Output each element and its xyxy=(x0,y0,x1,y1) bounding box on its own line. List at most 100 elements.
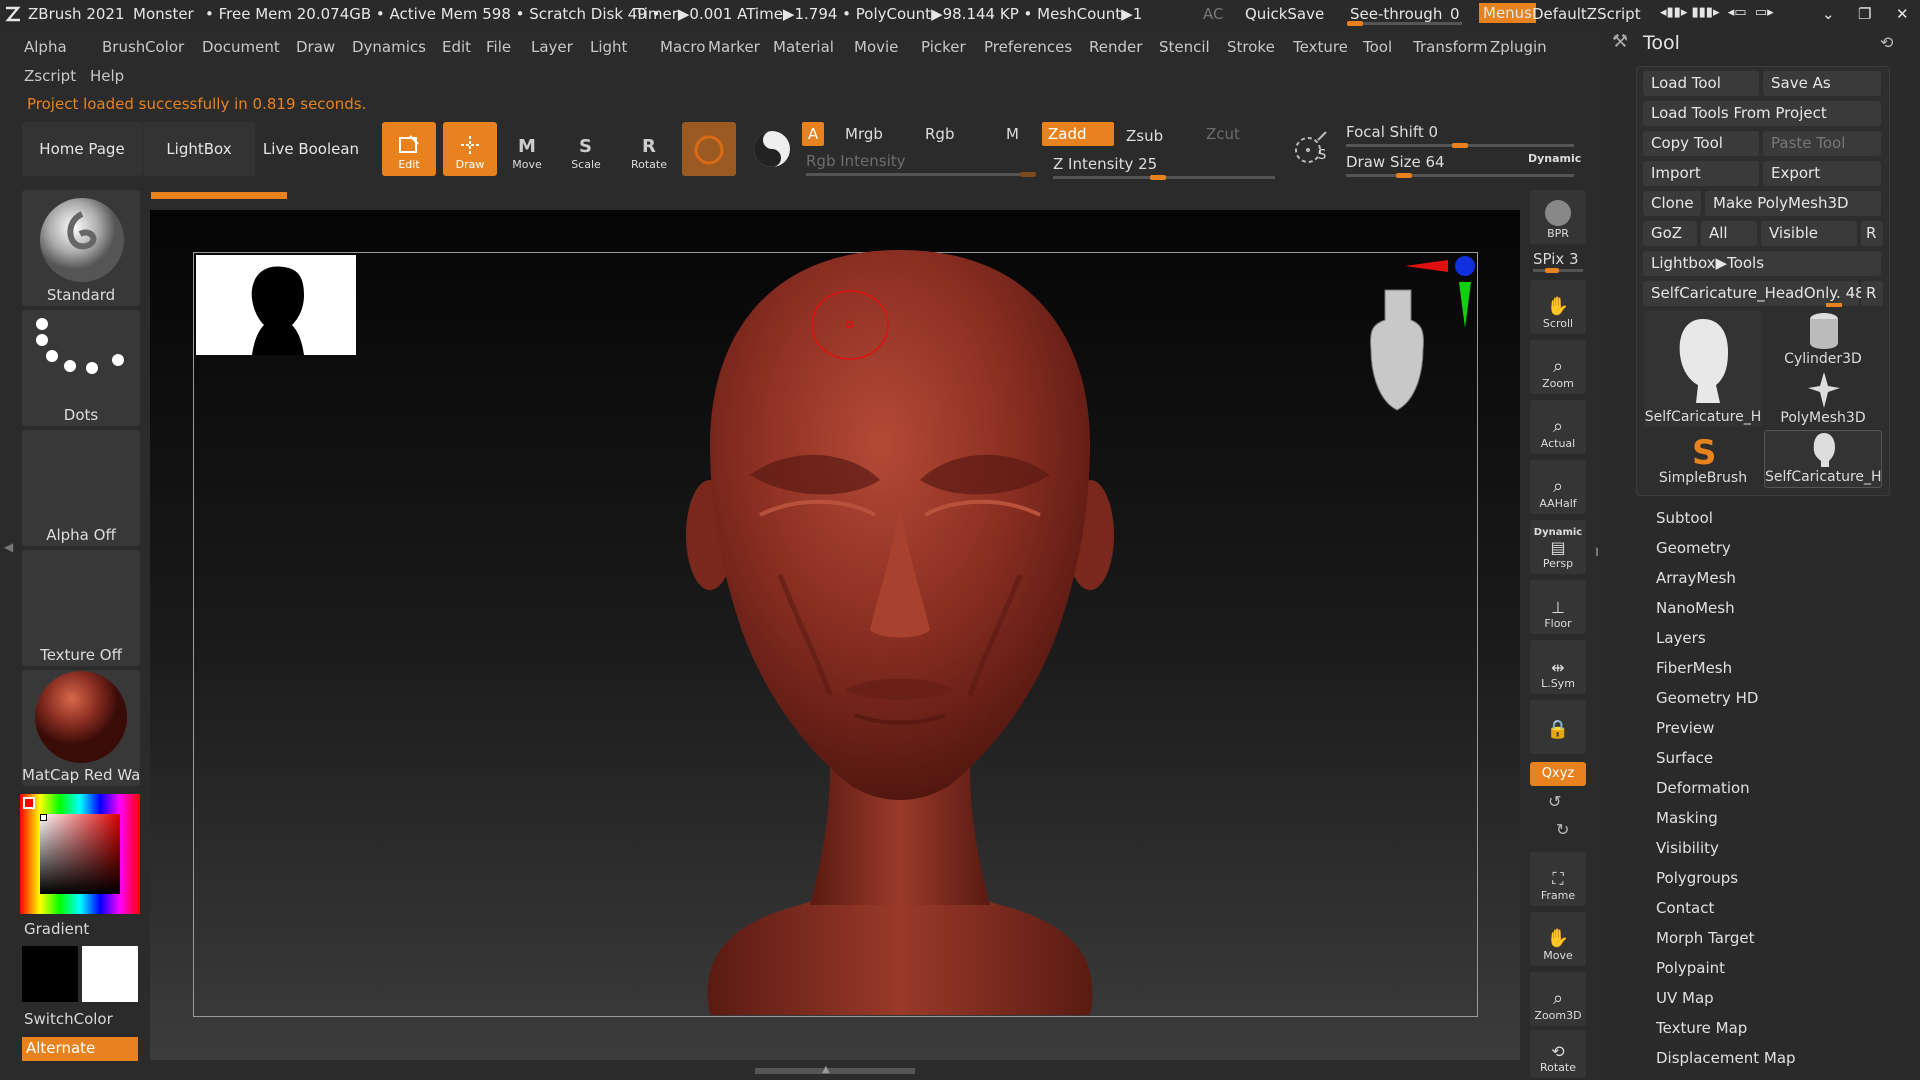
alpha-selector[interactable]: Alpha Off xyxy=(22,430,140,546)
menu-draw[interactable]: Draw xyxy=(296,38,335,56)
spix-label[interactable]: SPix 3 xyxy=(1533,250,1579,268)
menu-light[interactable]: Light xyxy=(590,38,627,56)
menu-render[interactable]: Render xyxy=(1089,38,1142,56)
frame-button[interactable]: ⛶ Frame xyxy=(1530,852,1586,906)
y-rotation-icon[interactable]: ↺ xyxy=(1548,792,1561,811)
close-icon[interactable]: ✕ xyxy=(1896,5,1909,23)
home-page-button[interactable]: Home Page xyxy=(22,122,142,176)
layout-icons[interactable]: ◂▮▮▸ ▮▮▮▸ ◂▭ ▭▸ xyxy=(1660,5,1774,20)
goz-all-button[interactable]: All xyxy=(1701,221,1757,246)
alternate-button[interactable]: Alternate xyxy=(22,1037,138,1061)
goz-r-button[interactable]: R xyxy=(1861,221,1883,246)
subpalette-arraymesh[interactable]: ArrayMesh xyxy=(1656,569,1736,587)
menu-preferences[interactable]: Preferences xyxy=(984,38,1072,56)
tool-thumb-selfcaricature[interactable]: SelfCaricature_H xyxy=(1644,311,1762,427)
zcut-toggle[interactable]: Zcut xyxy=(1200,122,1246,146)
rgb-toggle[interactable]: Rgb xyxy=(919,122,960,146)
stroke-selector[interactable]: Dots xyxy=(22,310,140,426)
menu-tool[interactable]: Tool xyxy=(1363,38,1392,56)
z-rotation-icon[interactable]: ↻ xyxy=(1556,820,1569,839)
secondary-color-swatch[interactable] xyxy=(82,946,138,1002)
subpalette-visibility[interactable]: Visibility xyxy=(1656,839,1719,857)
rgb-intensity-slider[interactable] xyxy=(806,173,1036,176)
default-zscript[interactable]: DefaultZScript xyxy=(1532,5,1641,23)
zoom3d-button[interactable]: ⌕ Zoom3D xyxy=(1530,972,1586,1026)
tool-thumb-polymesh[interactable]: PolyMesh3D xyxy=(1764,370,1882,428)
material-selector[interactable]: MatCap Red Wax xyxy=(22,670,140,786)
menu-transform[interactable]: Transform xyxy=(1413,38,1488,56)
draw-size-slider[interactable] xyxy=(1346,174,1574,177)
see-through-label[interactable]: See-through xyxy=(1350,5,1442,23)
subpalette-morph-target[interactable]: Morph Target xyxy=(1656,929,1755,947)
menu-material[interactable]: Material xyxy=(773,38,834,56)
menu-edit[interactable]: Edit xyxy=(442,38,471,56)
mrgb-toggle[interactable]: Mrgb xyxy=(839,122,889,146)
subpalette-subtool[interactable]: Subtool xyxy=(1656,509,1713,527)
menu-stencil[interactable]: Stencil xyxy=(1159,38,1210,56)
hue-marker[interactable] xyxy=(23,797,35,809)
goz-button[interactable]: GoZ xyxy=(1643,221,1697,246)
aahalf-button[interactable]: ⌕ AAHalf xyxy=(1530,460,1586,514)
edit-button[interactable]: Edit xyxy=(382,122,436,176)
scroll-button[interactable]: ✋ Scroll xyxy=(1530,280,1586,334)
quicksave-button[interactable]: QuickSave xyxy=(1245,5,1324,23)
rotate-view-button[interactable]: ⟲ Rotate xyxy=(1530,1030,1586,1078)
gradient-label[interactable]: Gradient xyxy=(24,920,89,938)
brush-selector[interactable]: Standard xyxy=(22,190,140,306)
subpalette-uv-map[interactable]: UV Map xyxy=(1656,989,1714,1007)
menu-brush[interactable]: Brush xyxy=(102,38,145,56)
see-through-knob[interactable] xyxy=(1347,21,1363,26)
subpalette-layers[interactable]: Layers xyxy=(1656,629,1706,647)
lightbox-button[interactable]: LightBox xyxy=(143,122,255,176)
subpalette-deformation[interactable]: Deformation xyxy=(1656,779,1750,797)
m-toggle[interactable]: M xyxy=(1000,122,1025,146)
current-tool-r-button[interactable]: R xyxy=(1861,281,1883,306)
menu-zplugin[interactable]: Zplugin xyxy=(1490,38,1547,56)
persp-button[interactable]: Dynamic ▤ Persp xyxy=(1530,520,1586,574)
subpalette-surface[interactable]: Surface xyxy=(1656,749,1713,767)
draw-size-knob[interactable] xyxy=(1396,173,1412,178)
menu-dynamics[interactable]: Dynamics xyxy=(352,38,426,56)
tool-thumb-selfcaricature-small[interactable]: SelfCaricature_H xyxy=(1764,430,1882,488)
restore-icon[interactable]: ❐ xyxy=(1858,5,1871,23)
subpalette-fibermesh[interactable]: FiberMesh xyxy=(1656,659,1732,677)
zadd-toggle[interactable]: Zadd xyxy=(1042,122,1114,146)
subpalette-nanomesh[interactable]: NanoMesh xyxy=(1656,599,1735,617)
goz-visible-button[interactable]: Visible xyxy=(1761,221,1857,246)
load-tools-from-project-button[interactable]: Load Tools From Project xyxy=(1643,101,1881,126)
subpalette-masking[interactable]: Masking xyxy=(1656,809,1718,827)
copy-tool-button[interactable]: Copy Tool xyxy=(1643,131,1759,156)
export-button[interactable]: Export xyxy=(1763,161,1881,186)
a-toggle[interactable]: A xyxy=(802,122,825,146)
live-boolean-button[interactable]: Live Boolean xyxy=(256,122,366,176)
rgb-intensity-knob[interactable] xyxy=(1020,172,1036,177)
menu-texture[interactable]: Texture xyxy=(1293,38,1348,56)
orientation-gizmo[interactable] xyxy=(1345,250,1485,420)
tool-thumb-cylinder[interactable]: Cylinder3D xyxy=(1764,311,1882,369)
menu-zscript[interactable]: Zscript xyxy=(24,67,76,85)
menu-layer[interactable]: Layer xyxy=(531,38,573,56)
switchcolor-button[interactable]: SwitchColor xyxy=(24,1010,113,1028)
color-picker[interactable] xyxy=(20,794,140,914)
transp-button[interactable] xyxy=(745,122,799,176)
spix-knob[interactable] xyxy=(1545,268,1559,273)
subpalette-geometry[interactable]: Geometry xyxy=(1656,539,1731,557)
make-polymesh3d-button[interactable]: Make PolyMesh3D xyxy=(1705,191,1881,216)
color-marker[interactable] xyxy=(40,814,47,821)
see-through-slider[interactable] xyxy=(1347,21,1462,26)
dynamic-toggle[interactable]: Dynamic xyxy=(1528,152,1581,165)
ac-label[interactable]: AC xyxy=(1203,5,1223,23)
menu-document[interactable]: Document xyxy=(202,38,280,56)
load-tool-button[interactable]: Load Tool xyxy=(1643,71,1759,96)
z-intensity-knob[interactable] xyxy=(1150,175,1166,180)
menu-marker[interactable]: Marker xyxy=(708,38,760,56)
subpalette-polypaint[interactable]: Polypaint xyxy=(1656,959,1725,977)
paste-tool-button[interactable]: Paste Tool xyxy=(1763,131,1881,156)
lsym-button[interactable]: ⇹ L.Sym xyxy=(1530,640,1586,694)
lock-button[interactable]: 🔒 xyxy=(1530,700,1586,754)
menu-movie[interactable]: Movie xyxy=(854,38,898,56)
minimize-icon[interactable]: ⌄ xyxy=(1822,5,1835,23)
move-button[interactable]: M Move xyxy=(500,122,554,176)
subpalette-preview[interactable]: Preview xyxy=(1656,719,1714,737)
subpalette-geometry-hd[interactable]: Geometry HD xyxy=(1656,689,1758,707)
